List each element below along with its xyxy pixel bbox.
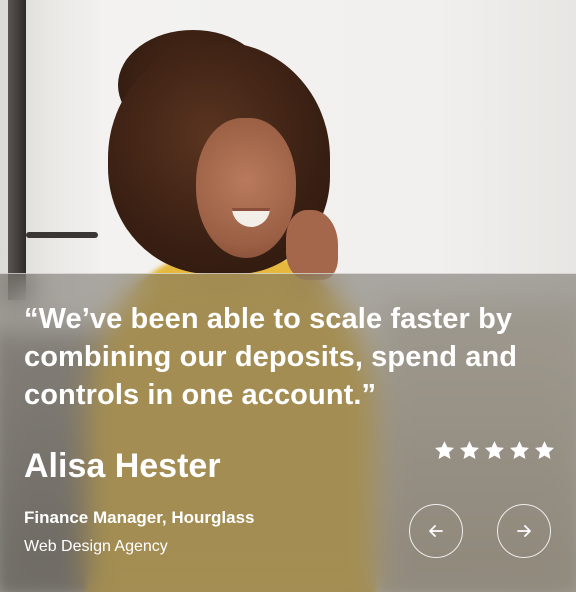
- photo-hand: [286, 210, 338, 280]
- star-icon: [434, 441, 455, 459]
- arrow-left-icon: [429, 525, 443, 537]
- star-icon: [509, 441, 530, 459]
- photo-door-handle: [26, 232, 98, 238]
- next-button[interactable]: [497, 504, 551, 558]
- testimonial-quote: “We’ve been able to scale faster by comb…: [24, 303, 518, 411]
- author-company: Web Design Agency: [24, 538, 168, 555]
- rating-stars: [434, 440, 555, 461]
- photo-door-frame: [8, 0, 26, 300]
- arrow-right-icon: [517, 525, 531, 537]
- star-icon: [459, 441, 480, 459]
- previous-button[interactable]: [409, 504, 463, 558]
- testimonial-card: “We’ve been able to scale faster by comb…: [0, 0, 576, 592]
- star-icon: [484, 441, 505, 459]
- author-role: Finance Manager, Hourglass: [24, 508, 255, 527]
- photo-face: [196, 118, 296, 258]
- star-icon: [534, 441, 555, 459]
- author-name: Alisa Hester: [24, 447, 221, 485]
